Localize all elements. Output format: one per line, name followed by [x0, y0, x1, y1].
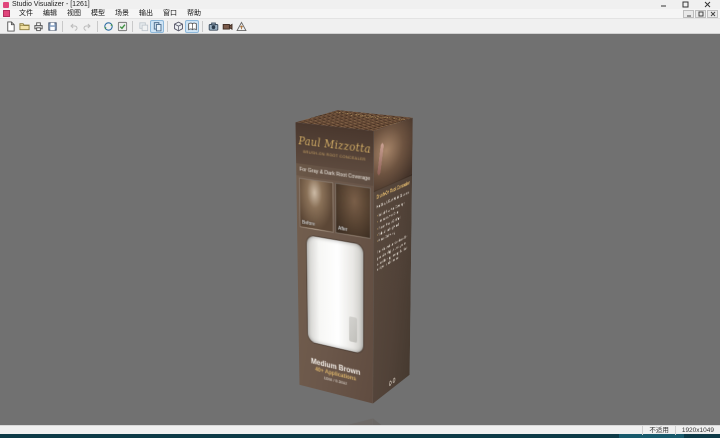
before-photo: Before: [299, 178, 334, 233]
mdi-minimize-icon: [686, 11, 692, 17]
close-icon: [704, 1, 711, 8]
menu-scene[interactable]: 场景: [110, 9, 134, 19]
layers-button[interactable]: [150, 20, 164, 33]
menu-edit[interactable]: 编辑: [38, 9, 62, 19]
mdi-document-icon[interactable]: [3, 10, 10, 17]
snapshot-camera-button[interactable]: [206, 20, 220, 33]
minimize-button[interactable]: [652, 0, 674, 9]
save-button[interactable]: [45, 20, 59, 33]
before-after-photos: Before After: [296, 175, 373, 241]
menu-output[interactable]: 输出: [134, 9, 158, 19]
undo-icon: [68, 21, 79, 32]
recycle-icon: [393, 377, 395, 383]
main-toolbar: [0, 19, 720, 34]
after-photo: After: [335, 183, 371, 239]
taskbar-strip[interactable]: [0, 434, 720, 438]
minimize-icon: [660, 1, 667, 8]
toolbar-separator: [97, 21, 98, 32]
package-box[interactable]: Paul Mizzotta Brush-On Root Concealer Fo…: [317, 116, 394, 389]
status-field-na: 不适用: [642, 426, 675, 435]
cascade-windows-icon: [138, 21, 149, 32]
menu-bar: 文件 编辑 视图 模型 场景 输出 窗口 帮助: [0, 9, 720, 19]
new-document-button[interactable]: [3, 20, 17, 33]
box-scene: Paul Mizzotta Brush-On Root Concealer Fo…: [240, 92, 480, 422]
book-spread-icon: [187, 21, 198, 32]
export-upload-button[interactable]: [234, 20, 248, 33]
mdi-window-controls: [683, 10, 718, 18]
product-tube: [349, 316, 357, 343]
toolbar-separator: [132, 21, 133, 32]
after-label: After: [338, 226, 348, 234]
menu-view[interactable]: 视图: [62, 9, 86, 19]
cube-3d-icon: [173, 21, 184, 32]
before-label: Before: [302, 220, 315, 228]
refresh-scene-button[interactable]: [101, 20, 115, 33]
app-icon: [3, 2, 9, 8]
mdi-restore-icon: [698, 11, 704, 17]
app-window: Studio Visualizer - [1261] 文件 编辑 视图 模型 场…: [0, 0, 720, 438]
brush-applicator-image: [377, 143, 384, 175]
mdi-close-icon: [710, 11, 716, 17]
print-icon: [33, 21, 44, 32]
window-controls: [652, 0, 718, 9]
shade-panel: Medium Brown 40+ Applications 10ml / 0.3…: [299, 343, 373, 404]
open-button[interactable]: [17, 20, 31, 33]
status-bar: 不适用 1920x1049: [0, 425, 720, 434]
open-folder-icon: [19, 21, 30, 32]
mdi-minimize-button[interactable]: [683, 10, 694, 18]
mdi-close-button[interactable]: [707, 10, 718, 18]
layers-icon: [152, 21, 163, 32]
print-button[interactable]: [31, 20, 45, 33]
toolbar-separator: [167, 21, 168, 32]
redo-icon: [82, 21, 93, 32]
recycle-icons: [373, 366, 410, 399]
package-side-face: Brush-On Root Concealer For Gray & Dark …: [373, 118, 413, 404]
recycle-icon: [389, 380, 391, 386]
cube-3d-button[interactable]: [171, 20, 185, 33]
apply-check-icon: [117, 21, 128, 32]
snapshot-camera-icon: [208, 21, 219, 32]
recycle-icons: [373, 423, 410, 425]
package-front-face: Paul Mizzotta Brush-On Root Concealer Fo…: [296, 122, 374, 403]
cascade-windows-button[interactable]: [136, 20, 150, 33]
save-icon: [47, 21, 58, 32]
redo-button[interactable]: [80, 20, 94, 33]
window-cutout: [307, 235, 364, 354]
viewport-3d[interactable]: Paul Mizzotta Brush-On Root Concealer Fo…: [0, 34, 720, 425]
status-field-resolution: 1920x1049: [675, 426, 720, 435]
toolbar-separator: [202, 21, 203, 32]
export-upload-icon: [236, 21, 247, 32]
movie-camera-button[interactable]: [220, 20, 234, 33]
undo-button[interactable]: [66, 20, 80, 33]
apply-check-button[interactable]: [115, 20, 129, 33]
restore-icon: [682, 1, 689, 8]
new-document-icon: [5, 21, 16, 32]
menu-help[interactable]: 帮助: [182, 9, 206, 19]
menu-model[interactable]: 模型: [86, 9, 110, 19]
toolbar-separator: [62, 21, 63, 32]
refresh-scene-icon: [103, 21, 114, 32]
mdi-restore-button[interactable]: [695, 10, 706, 18]
menu-file[interactable]: 文件: [14, 9, 38, 19]
menu-window[interactable]: 窗口: [158, 9, 182, 19]
restore-button[interactable]: [674, 0, 696, 9]
close-button[interactable]: [696, 0, 718, 9]
movie-camera-icon: [222, 21, 233, 32]
book-spread-button[interactable]: [185, 20, 199, 33]
